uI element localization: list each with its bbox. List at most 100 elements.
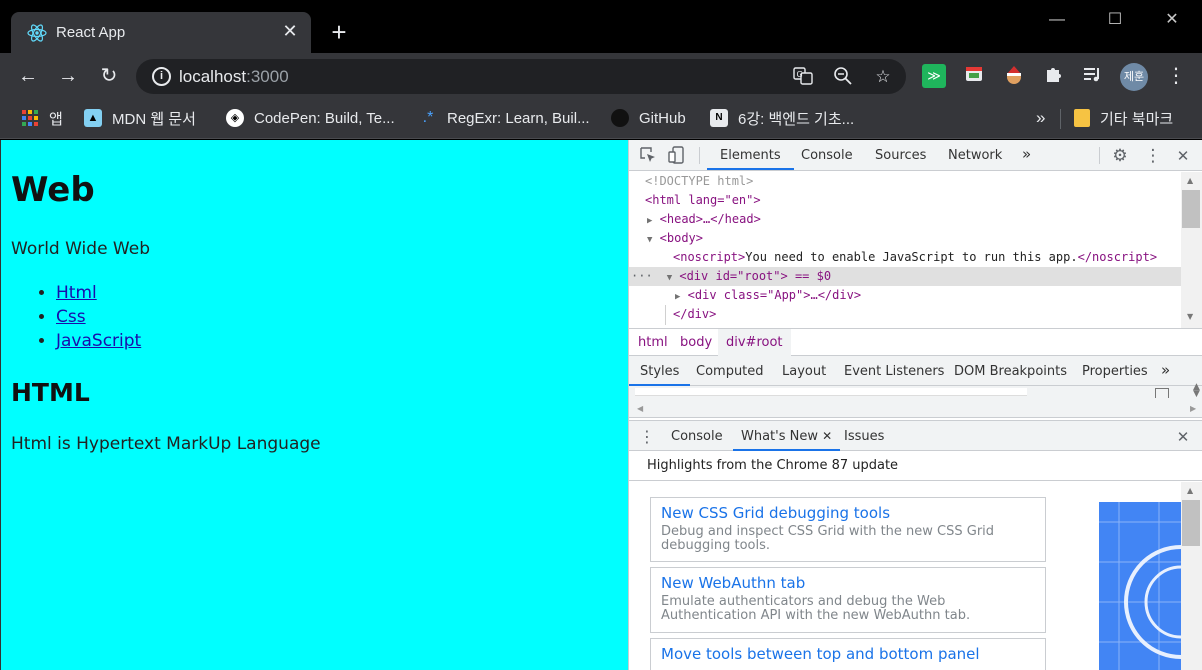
new-tab-button[interactable]: + — [326, 19, 352, 45]
more-styles-tabs-button[interactable]: » — [1161, 356, 1170, 386]
site-info-icon[interactable]: i — [152, 67, 171, 86]
dom-app-div[interactable]: ▶ <div class="App">…</div> — [675, 286, 861, 305]
link-javascript[interactable]: JavaScript — [56, 331, 141, 351]
dom-noscript[interactable]: <noscript>You need to enable JavaScript … — [673, 248, 1157, 267]
close-tab-icon[interactable]: ✕ — [822, 429, 832, 443]
tab-layout[interactable]: Layout — [782, 356, 826, 386]
tab-styles[interactable]: Styles — [629, 356, 691, 386]
list-item: JavaScript — [56, 329, 141, 353]
breadcrumb-body[interactable]: body — [680, 329, 712, 356]
profile-avatar[interactable]: 제훈 — [1120, 63, 1148, 91]
bookmark-apps[interactable]: 앱 — [21, 107, 63, 129]
more-tabs-button[interactable]: » — [1022, 140, 1031, 170]
translate-icon[interactable]: G — [792, 66, 814, 88]
breadcrumb-div-root[interactable]: div#root — [718, 329, 791, 356]
scroll-thumb[interactable] — [1182, 190, 1200, 228]
tab-close-icon[interactable]: ✕ — [279, 20, 301, 42]
dom-scrollbar[interactable]: ▲ ▼ — [1181, 172, 1202, 328]
forward-button[interactable]: → — [54, 62, 82, 90]
browser-menu-icon[interactable]: ⋮ — [1166, 64, 1186, 88]
link-css[interactable]: Css — [56, 307, 86, 327]
dom-div-close[interactable]: </div> — [673, 305, 716, 324]
drawer-tab-console[interactable]: Console — [671, 421, 723, 451]
device-toolbar-icon[interactable] — [667, 146, 687, 166]
dom-head[interactable]: ▶ <head>…</head> — [647, 210, 761, 229]
tab-properties[interactable]: Properties — [1082, 356, 1148, 386]
bookmarks-bar: 앱 ▲ MDN 웹 문서 ◈ CodePen: Build, Te... .* … — [0, 99, 1202, 139]
page-viewport: Web World Wide Web Html Css JavaScript H… — [0, 140, 628, 670]
card-title[interactable]: Move tools between top and bottom panel — [661, 645, 1035, 663]
whats-new-card[interactable]: Move tools between top and bottom panel — [650, 638, 1046, 670]
drawer-tab-whats-new[interactable]: What's New ✕ — [733, 421, 841, 451]
scroll-up-arrow[interactable]: ▲ — [1187, 176, 1193, 185]
whats-new-card[interactable]: New CSS Grid debugging tools Debug and i… — [650, 497, 1046, 562]
reload-button[interactable]: ↻ — [95, 62, 123, 90]
drawer-tab-issues[interactable]: Issues — [844, 421, 884, 451]
tab-dom-breakpoints[interactable]: DOM Breakpoints — [954, 356, 1067, 386]
inspect-element-icon[interactable] — [638, 146, 658, 166]
bookmark-regexr[interactable]: .* RegExr: Learn, Buil... — [419, 107, 590, 129]
bookmark-label: RegExr: Learn, Buil... — [447, 109, 590, 127]
bookmark-other[interactable]: 기타 북마크 — [1074, 107, 1173, 129]
bookmark-label: MDN 웹 문서 — [112, 110, 196, 128]
scroll-up-arrow[interactable]: ▲ — [1187, 486, 1193, 495]
dom-root-div-selected[interactable]: ··· ▼ <div id="root"> == $0 — [629, 267, 1181, 286]
mdn-icon: ▲ — [84, 109, 102, 127]
card-description: Emulate authenticators and debug the Web… — [661, 594, 971, 623]
scroll-right-arrow[interactable]: ▶ — [1190, 404, 1196, 413]
whats-new-highlights: Highlights from the Chrome 87 update — [629, 451, 1202, 481]
settings-gear-icon[interactable]: ⚙ — [1110, 146, 1130, 166]
drawer-scrollbar[interactable]: ▲ — [1181, 482, 1202, 670]
close-drawer-icon[interactable]: ✕ — [1173, 427, 1193, 447]
address-bar[interactable]: i localhost:3000 G ☆ — [136, 59, 906, 94]
bookmarks-overflow-button[interactable]: » — [1036, 107, 1045, 129]
back-button[interactable]: ← — [14, 62, 42, 90]
sidebar-toggle-icon[interactable] — [1155, 388, 1169, 398]
scroll-thumb[interactable] — [1182, 500, 1200, 546]
tab-computed[interactable]: Computed — [696, 356, 764, 386]
close-devtools-icon[interactable]: ✕ — [1173, 146, 1193, 166]
page-paragraph-html: Html is Hypertext MarkUp Language — [11, 434, 321, 454]
card-title[interactable]: New CSS Grid debugging tools — [661, 504, 1035, 522]
url-text[interactable]: localhost:3000 — [179, 67, 289, 87]
tab-sources[interactable]: Sources — [875, 140, 926, 170]
pane-resize-icon[interactable]: ▲ ▼ — [1193, 383, 1200, 399]
scroll-left-arrow[interactable]: ◀ — [637, 404, 643, 413]
media-control-icon[interactable] — [1080, 64, 1104, 88]
breadcrumb-html[interactable]: html — [638, 329, 668, 356]
close-window-button[interactable]: ✕ — [1157, 8, 1187, 32]
dom-body[interactable]: ▼ <body> — [647, 229, 703, 248]
zoom-icon[interactable] — [832, 66, 854, 88]
bookmark-github[interactable]: GitHub — [611, 107, 686, 129]
bookmark-notion[interactable]: N 6강: 백엔드 기초... — [710, 107, 854, 129]
extension-green-icon[interactable]: ≫ — [922, 64, 946, 88]
minimize-button[interactable]: — — [1042, 8, 1072, 32]
bookmark-codepen[interactable]: ◈ CodePen: Build, Te... — [226, 107, 395, 129]
devtools-tabbar: Elements Console Sources Network » ⚙ ⋮ ✕ — [629, 140, 1202, 171]
maximize-button[interactable]: ☐ — [1100, 8, 1130, 32]
tab-event-listeners[interactable]: Event Listeners — [844, 356, 944, 386]
filter-input[interactable] — [635, 388, 1027, 396]
dom-tree: <!DOCTYPE html> <html lang="en"> ▶ <head… — [629, 172, 1181, 328]
bookmark-label: 6강: 백엔드 기초... — [738, 110, 855, 128]
link-html[interactable]: Html — [56, 283, 97, 303]
scroll-down-arrow[interactable]: ▼ — [1187, 312, 1193, 321]
tab-network[interactable]: Network — [948, 140, 1002, 170]
devtools-menu-icon[interactable]: ⋮ — [1143, 146, 1163, 166]
bookmark-star-icon[interactable]: ☆ — [872, 66, 894, 88]
toolbar-divider — [699, 147, 700, 164]
dom-doctype[interactable]: <!DOCTYPE html> — [645, 172, 753, 191]
extensions-puzzle-icon[interactable] — [1042, 64, 1066, 88]
card-title[interactable]: New WebAuthn tab — [661, 574, 1035, 592]
whats-new-card[interactable]: New WebAuthn tab Emulate authenticators … — [650, 567, 1046, 633]
devtools-panel: Elements Console Sources Network » ⚙ ⋮ ✕… — [628, 140, 1202, 670]
link-list: Html Css JavaScript — [56, 281, 141, 353]
drawer-menu-icon[interactable]: ⋮ — [637, 427, 657, 447]
extension-santa-icon[interactable] — [1002, 64, 1026, 88]
tab-react-app[interactable]: React App ✕ — [11, 12, 311, 53]
dom-html[interactable]: <html lang="en"> — [645, 191, 761, 210]
extension-window-icon[interactable] — [962, 64, 986, 88]
tab-console[interactable]: Console — [801, 140, 853, 170]
tab-elements[interactable]: Elements — [707, 140, 794, 170]
bookmark-mdn[interactable]: ▲ MDN 웹 문서 — [84, 107, 196, 129]
